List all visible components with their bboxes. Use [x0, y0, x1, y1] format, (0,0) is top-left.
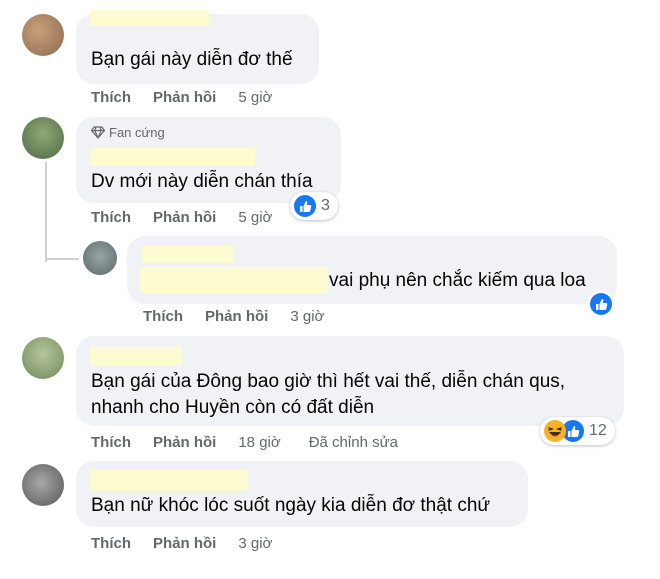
reaction-summary[interactable]: 12 — [540, 417, 615, 445]
comment-actions: Thích Phản hồi 18 giờ Đã chỉnh sửa — [91, 434, 426, 451]
comment-actions: Thích Phản hồi 3 giờ — [143, 308, 352, 325]
comment-text: vai phụ nên chắc kiếm qua loa — [329, 270, 586, 291]
like-thumb-icon[interactable] — [590, 293, 612, 315]
like-button[interactable]: Thích — [143, 308, 183, 325]
redacted-author-name — [142, 245, 234, 263]
like-button[interactable]: Thích — [91, 89, 131, 106]
redacted-author-name — [90, 347, 182, 365]
timestamp[interactable]: 3 giờ — [290, 308, 324, 325]
avatar[interactable] — [22, 117, 64, 159]
thread-line — [45, 162, 47, 262]
reply-button[interactable]: Phản hồi — [153, 209, 216, 226]
avatar[interactable] — [22, 464, 64, 506]
reaction-count: 12 — [589, 422, 607, 439]
timestamp[interactable]: 3 giờ — [238, 535, 272, 552]
redacted-author-name — [90, 148, 255, 166]
comment-text-line-2: nhanh cho Huyền còn có đất diễn — [91, 397, 375, 418]
timestamp[interactable]: 5 giờ — [238, 89, 272, 106]
fan-badge: Fan cứng — [90, 125, 165, 142]
fan-badge-label: Fan cứng — [109, 125, 165, 140]
reply-button[interactable]: Phản hồi — [153, 89, 216, 106]
comment-actions: Thích Phản hồi 5 giờ — [91, 209, 300, 226]
edited-label[interactable]: Đã chỉnh sửa — [309, 434, 398, 451]
comment-text: Bạn gái này diễn đơ thế — [91, 49, 293, 70]
comment-actions: Thích Phản hồi 5 giờ — [91, 89, 300, 106]
reply-button[interactable]: Phản hồi — [153, 434, 216, 451]
reaction-count: 3 — [321, 197, 330, 214]
redacted-author-name — [90, 469, 248, 491]
redacted-author-name — [90, 10, 209, 26]
comment-text-line-1: Bạn gái của Đông bao giờ thì hết vai thế… — [91, 371, 566, 392]
timestamp[interactable]: 18 giờ — [238, 434, 280, 451]
thread-branch — [45, 258, 79, 260]
like-button[interactable]: Thích — [91, 434, 131, 451]
redacted-mention — [140, 267, 328, 293]
like-button[interactable]: Thích — [91, 535, 131, 552]
avatar[interactable] — [22, 14, 64, 56]
comment-actions: Thích Phản hồi 3 giờ — [91, 535, 300, 552]
avatar[interactable] — [83, 241, 117, 275]
reply-button[interactable]: Phản hồi — [153, 535, 216, 552]
comment-text: Dv mới này diễn chán thía — [91, 171, 313, 192]
like-button[interactable]: Thích — [91, 209, 131, 226]
diamond-icon — [90, 126, 106, 142]
comment-text: Bạn nữ khóc lóc suốt ngày kia diễn đơ th… — [91, 495, 491, 516]
avatar[interactable] — [22, 337, 64, 379]
haha-emoji-icon — [544, 420, 566, 442]
reply-button[interactable]: Phản hồi — [205, 308, 268, 325]
timestamp[interactable]: 5 giờ — [238, 209, 272, 226]
